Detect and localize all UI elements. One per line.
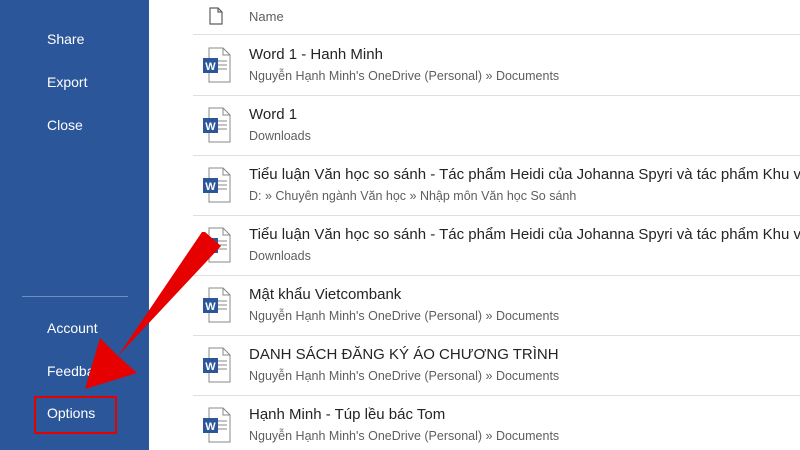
recent-files-panel: Name W Word 1 - Hanh Minh Nguyễn Hạnh Minh… — [149, 0, 800, 450]
file-path: Downloads — [249, 249, 311, 263]
word-document-icon: W — [203, 167, 231, 203]
file-path: Nguyễn Hạnh Minh's OneDrive (Personal) »… — [249, 369, 560, 383]
nav-close[interactable]: Close — [47, 117, 83, 133]
word-document-icon: W — [203, 47, 231, 83]
svg-text:W: W — [205, 361, 216, 373]
word-document-icon: W — [203, 407, 231, 443]
nav-account[interactable]: Account — [47, 320, 98, 336]
file-path: Downloads — [249, 129, 311, 143]
nav-feedback[interactable]: Feedback — [47, 363, 108, 379]
file-name: Word 1 - Hanh Minh — [249, 46, 383, 63]
file-row[interactable]: W DANH SÁCH ĐĂNG KÝ ÁO CHƯƠNG TRÌNH Nguyễn… — [193, 335, 800, 396]
backstage-sidebar: Share Export Close Account Feedback Opti… — [0, 0, 149, 450]
file-row[interactable]: W Word 1 - Hanh Minh Nguyễn Hạnh Minh's On… — [193, 35, 800, 96]
svg-text:W: W — [205, 181, 216, 193]
nav-options[interactable]: Options — [47, 405, 95, 421]
file-row[interactable]: W Mật khẩu Vietcombank Nguyễn Hạnh Minh's … — [193, 275, 800, 336]
file-name: DANH SÁCH ĐĂNG KÝ ÁO CHƯƠNG TRÌNH — [249, 346, 559, 363]
column-header-name[interactable]: Name — [249, 9, 284, 24]
file-path: Nguyễn Hạnh Minh's OneDrive (Personal) »… — [249, 69, 560, 83]
nav-export[interactable]: Export — [47, 74, 87, 90]
file-path: Nguyễn Hạnh Minh's OneDrive (Personal) »… — [249, 309, 560, 323]
file-row[interactable]: W Tiểu luận Văn học so sánh - Tác phẩm He… — [193, 155, 800, 216]
file-path: Nguyễn Hạnh Minh's OneDrive (Personal) »… — [249, 429, 560, 443]
svg-text:W: W — [205, 301, 216, 313]
nav-share[interactable]: Share — [47, 31, 84, 47]
file-name: Word 1 — [249, 106, 298, 123]
file-row[interactable]: W Word 1 Downloads — [193, 95, 800, 156]
svg-text:W: W — [205, 61, 216, 73]
document-icon — [209, 7, 223, 30]
file-row[interactable]: W Tiểu luận Văn học so sánh - Tác phẩm He… — [193, 215, 800, 276]
file-name: Tiểu luận Văn học so sánh - Tác phẩm Hei… — [249, 226, 800, 243]
file-name: Mật khẩu Vietcombank — [249, 286, 402, 303]
svg-text:W: W — [205, 421, 216, 433]
word-document-icon: W — [203, 287, 231, 323]
svg-text:W: W — [205, 121, 216, 133]
file-path: D: » Chuyên ngành Văn học » Nhập môn Văn… — [249, 189, 577, 203]
word-document-icon: W — [203, 347, 231, 383]
word-document-icon: W — [203, 107, 231, 143]
file-name: Hạnh Minh - Túp lều bác Tom — [249, 406, 446, 423]
file-name: Tiểu luận Văn học so sánh - Tác phẩm Hei… — [249, 166, 800, 183]
svg-text:W: W — [205, 241, 216, 253]
word-document-icon: W — [203, 227, 231, 263]
file-row[interactable]: W Hạnh Minh - Túp lều bác Tom Nguyễn Hạnh … — [193, 395, 800, 450]
file-list-header: Name — [193, 0, 800, 34]
sidebar-divider — [22, 296, 128, 297]
